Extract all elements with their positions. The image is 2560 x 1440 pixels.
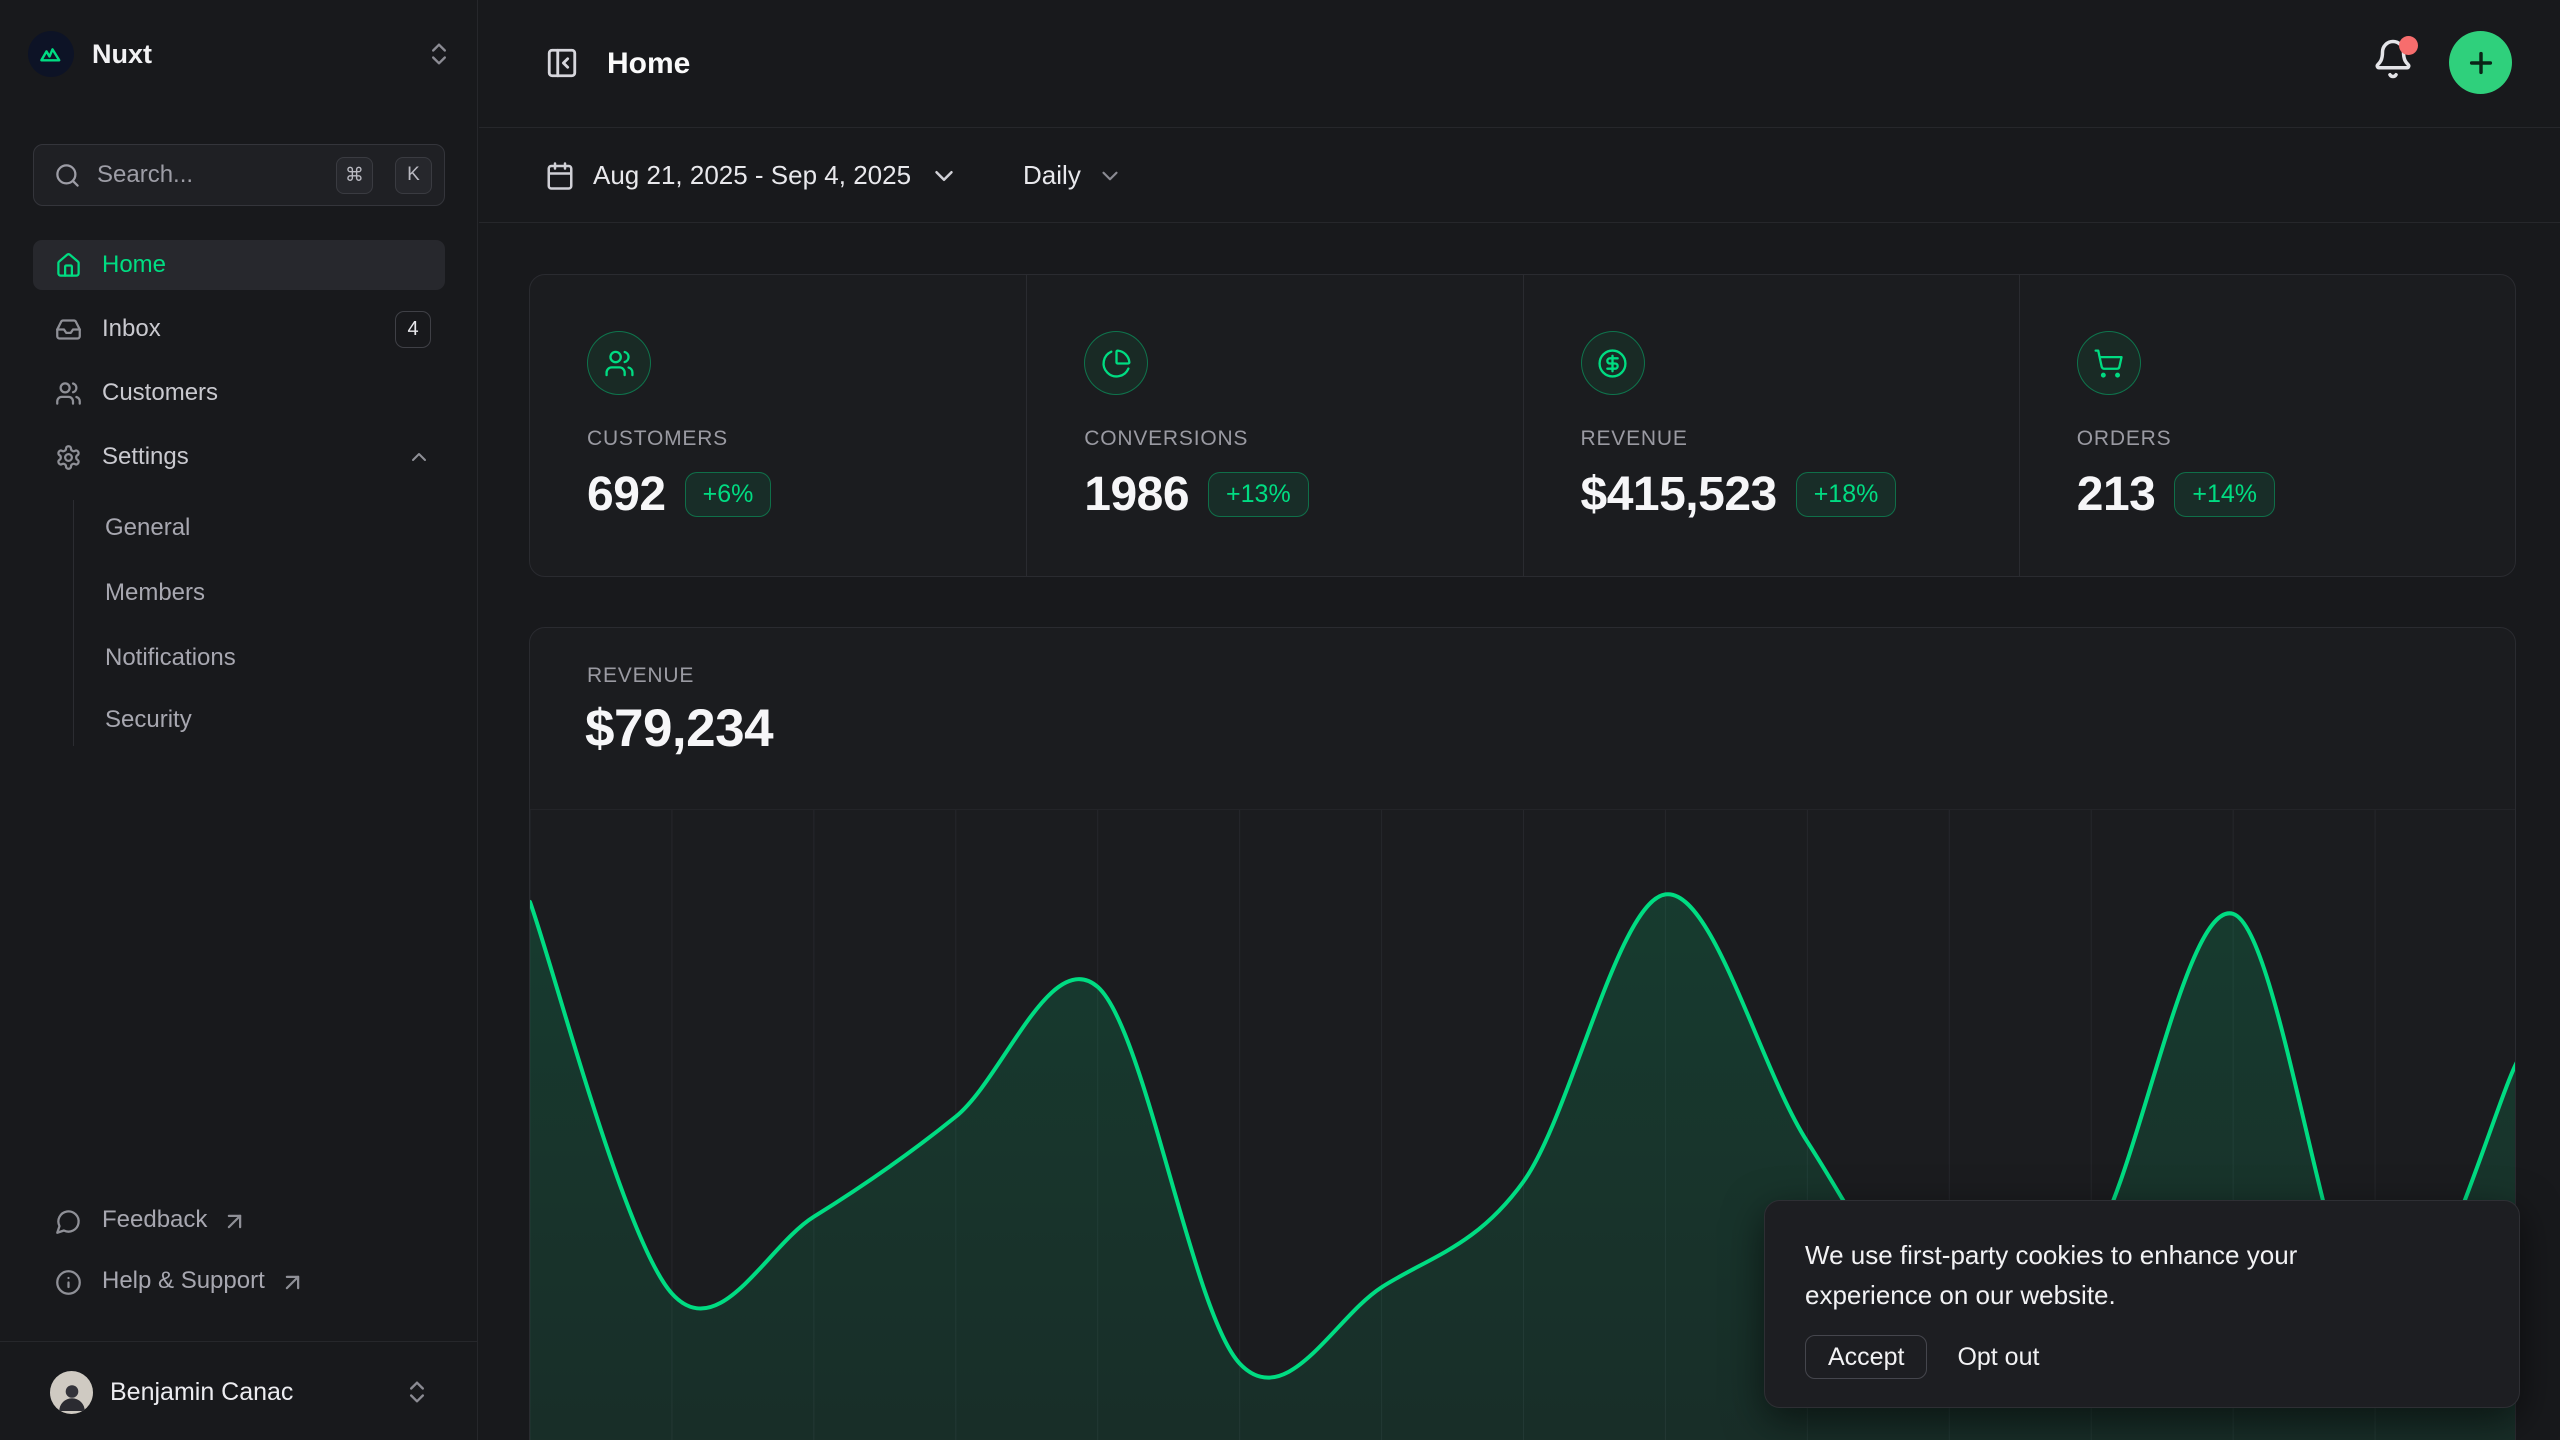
submenu-guide-line bbox=[73, 500, 74, 746]
sidebar-divider bbox=[0, 1341, 478, 1342]
users-icon bbox=[604, 348, 635, 379]
feedback-label: Feedback bbox=[102, 1206, 207, 1234]
stat-label: CONVERSIONS bbox=[1084, 427, 1482, 451]
search-placeholder: Search... bbox=[97, 161, 320, 189]
external-link-icon bbox=[221, 1208, 248, 1235]
stat-delta-badge: +6% bbox=[685, 472, 772, 517]
notification-dot bbox=[2399, 36, 2418, 55]
add-button[interactable] bbox=[2449, 31, 2512, 94]
plus-icon bbox=[2465, 47, 2497, 79]
cookie-banner: We use first-party cookies to enhance yo… bbox=[1764, 1200, 2520, 1408]
accept-button[interactable]: Accept bbox=[1805, 1335, 1927, 1379]
user-menu[interactable]: Benjamin Canac bbox=[33, 1364, 445, 1420]
cookie-message: We use first-party cookies to enhance yo… bbox=[1805, 1235, 2425, 1315]
help-support-label: Help & Support bbox=[102, 1267, 265, 1295]
users-icon bbox=[55, 380, 82, 407]
dollar-circle-icon bbox=[1597, 348, 1628, 379]
revenue-chart-value: $79,234 bbox=[585, 698, 773, 759]
user-name: Benjamin Canac bbox=[110, 1378, 386, 1407]
sidebar-footer: Feedback Help & Support bbox=[33, 1196, 445, 1307]
notifications-button[interactable] bbox=[2372, 38, 2416, 82]
stats-panel: CUSTOMERS 692 +6% CONVERSIONS 1986 +13% … bbox=[529, 274, 2516, 577]
stat-icon-circle bbox=[1581, 331, 1645, 395]
date-range-picker[interactable]: Aug 21, 2025 - Sep 4, 2025 bbox=[545, 160, 959, 191]
stat-value: $415,523 bbox=[1581, 467, 1777, 522]
info-icon bbox=[55, 1269, 82, 1296]
sidebar-item-customers[interactable]: Customers bbox=[33, 368, 445, 418]
pie-chart-icon bbox=[1101, 348, 1132, 379]
sidebar-item-home[interactable]: Home bbox=[33, 240, 445, 290]
stat-value: 1986 bbox=[1084, 467, 1189, 522]
help-support-link[interactable]: Help & Support bbox=[33, 1257, 445, 1307]
granularity-select[interactable]: Daily bbox=[1023, 160, 1123, 191]
stat-delta-badge: +18% bbox=[1796, 472, 1897, 517]
sidebar-item-label: Inbox bbox=[102, 315, 161, 343]
stat-label: ORDERS bbox=[2077, 427, 2475, 451]
inbox-icon bbox=[55, 316, 82, 343]
home-icon bbox=[55, 252, 82, 279]
sidebar-item-security[interactable]: Security bbox=[105, 694, 192, 746]
stat-delta-badge: +13% bbox=[1208, 472, 1309, 517]
sidebar-item-label: Customers bbox=[102, 379, 218, 407]
page-header: Home bbox=[479, 0, 2560, 128]
page-title: Home bbox=[607, 47, 690, 81]
stat-icon-circle bbox=[2077, 331, 2141, 395]
nuxt-logo-icon bbox=[28, 31, 74, 77]
stat-label: CUSTOMERS bbox=[587, 427, 986, 451]
cmd-keycap: ⌘ bbox=[336, 157, 373, 194]
feedback-link[interactable]: Feedback bbox=[33, 1196, 445, 1246]
sidebar-collapse-icon[interactable] bbox=[545, 46, 579, 80]
chevrons-up-down-icon bbox=[403, 1378, 431, 1406]
avatar bbox=[50, 1371, 93, 1414]
sidebar-item-label: Home bbox=[102, 251, 166, 279]
workspace-selector[interactable]: Nuxt bbox=[28, 26, 453, 82]
stat-card-orders[interactable]: ORDERS 213 +14% bbox=[2019, 275, 2515, 576]
chat-bubble-icon bbox=[55, 1208, 82, 1235]
search-icon bbox=[54, 162, 81, 189]
k-keycap: K bbox=[395, 157, 432, 194]
stat-label: REVENUE bbox=[1581, 427, 1979, 451]
sidebar-item-settings[interactable]: Settings bbox=[33, 432, 445, 482]
search-input[interactable]: Search... ⌘ K bbox=[33, 144, 445, 206]
stat-icon-circle bbox=[1084, 331, 1148, 395]
calendar-icon bbox=[545, 161, 575, 191]
cart-icon bbox=[2093, 348, 2124, 379]
sidebar-item-inbox[interactable]: Inbox 4 bbox=[33, 304, 445, 354]
sidebar-nav: Home Inbox 4 Customers Settings bbox=[33, 240, 445, 496]
filters-toolbar: Aug 21, 2025 - Sep 4, 2025 Daily bbox=[479, 129, 2560, 223]
sidebar-item-label: Settings bbox=[102, 443, 189, 471]
sidebar-item-general[interactable]: General bbox=[105, 502, 190, 554]
chevrons-up-down-icon bbox=[425, 40, 453, 68]
chevron-down-icon bbox=[929, 161, 959, 191]
stat-delta-badge: +14% bbox=[2174, 472, 2275, 517]
stat-icon-circle bbox=[587, 331, 651, 395]
chevron-up-icon bbox=[407, 445, 431, 469]
chevron-down-icon bbox=[1097, 163, 1123, 189]
opt-out-button[interactable]: Opt out bbox=[1957, 1343, 2039, 1372]
external-link-icon bbox=[279, 1269, 306, 1296]
workspace-name: Nuxt bbox=[92, 39, 407, 70]
stat-card-conversions[interactable]: CONVERSIONS 1986 +13% bbox=[1026, 275, 1522, 576]
revenue-chart-label: REVENUE bbox=[587, 664, 694, 688]
stat-card-revenue[interactable]: REVENUE $415,523 +18% bbox=[1523, 275, 2019, 576]
sidebar: Nuxt Search... ⌘ K Home Inbox 4 bbox=[0, 0, 478, 1440]
granularity-value: Daily bbox=[1023, 160, 1081, 191]
stat-value: 692 bbox=[587, 467, 666, 522]
gear-icon bbox=[55, 444, 82, 471]
sidebar-item-notifications[interactable]: Notifications bbox=[105, 632, 236, 684]
sidebar-item-members[interactable]: Members bbox=[105, 567, 205, 619]
stat-card-customers[interactable]: CUSTOMERS 692 +6% bbox=[530, 275, 1026, 576]
inbox-count-badge: 4 bbox=[395, 311, 431, 348]
date-range-value: Aug 21, 2025 - Sep 4, 2025 bbox=[593, 160, 911, 191]
stat-value: 213 bbox=[2077, 467, 2156, 522]
